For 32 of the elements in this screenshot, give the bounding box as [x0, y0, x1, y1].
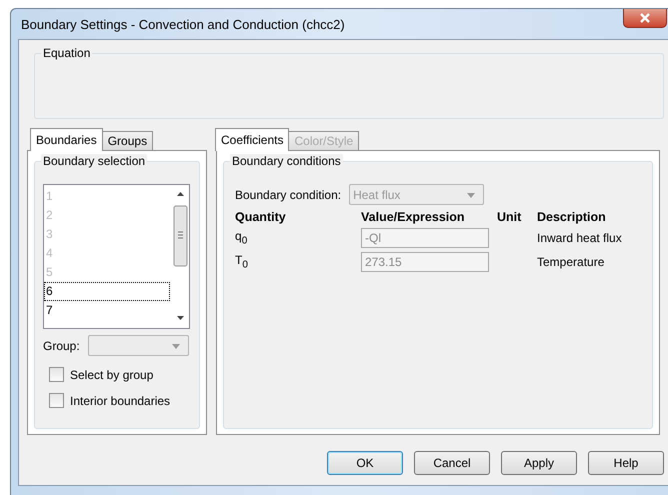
column-header: Description — [537, 210, 607, 224]
column-header: Value/Expression — [361, 210, 466, 224]
quantity-symbol: q$_{0}$ — [235, 229, 248, 247]
quantity-symbol: T$_{0}$ — [235, 253, 249, 271]
description-text: Temperature — [537, 255, 606, 269]
checkbox[interactable] — [49, 367, 64, 382]
dialog-button[interactable]: Apply — [501, 451, 577, 475]
dialog-button[interactable]: Cancel — [414, 451, 490, 475]
tab[interactable]: Coefficients — [215, 128, 290, 151]
field-label: Boundary condition: — [235, 188, 342, 202]
close-icon — [639, 13, 651, 23]
close-button[interactable] — [623, 9, 667, 28]
group-label: Boundary selection — [41, 154, 148, 168]
dialog-button[interactable]: OK — [327, 451, 403, 475]
checkbox-label: Select by group — [70, 368, 154, 382]
description-text: Inward heat flux — [537, 231, 623, 245]
tab[interactable]: Groups — [102, 131, 154, 150]
column-header: Unit — [497, 210, 522, 224]
column-header: Quantity — [235, 210, 287, 224]
caret-icon — [467, 193, 476, 198]
list-item[interactable]: 7 — [44, 301, 172, 320]
group-label: Group: — [43, 338, 80, 352]
window-title: Boundary Settings - Convection and Conduction (chcc2) — [20, 16, 345, 32]
list-item[interactable]: 6 — [44, 282, 170, 301]
checkbox-label: Interior boundaries — [70, 394, 170, 408]
caret-icon — [172, 344, 180, 349]
tab[interactable]: Boundaries — [30, 128, 103, 151]
group-label: Boundary conditions — [230, 154, 343, 168]
checkbox[interactable] — [49, 393, 64, 408]
boundary-list[interactable]: 1 2 3 4 5 6 7 — [43, 184, 190, 329]
dialog-button[interactable]: Help — [588, 451, 664, 475]
group-label: Equation — [41, 46, 92, 60]
